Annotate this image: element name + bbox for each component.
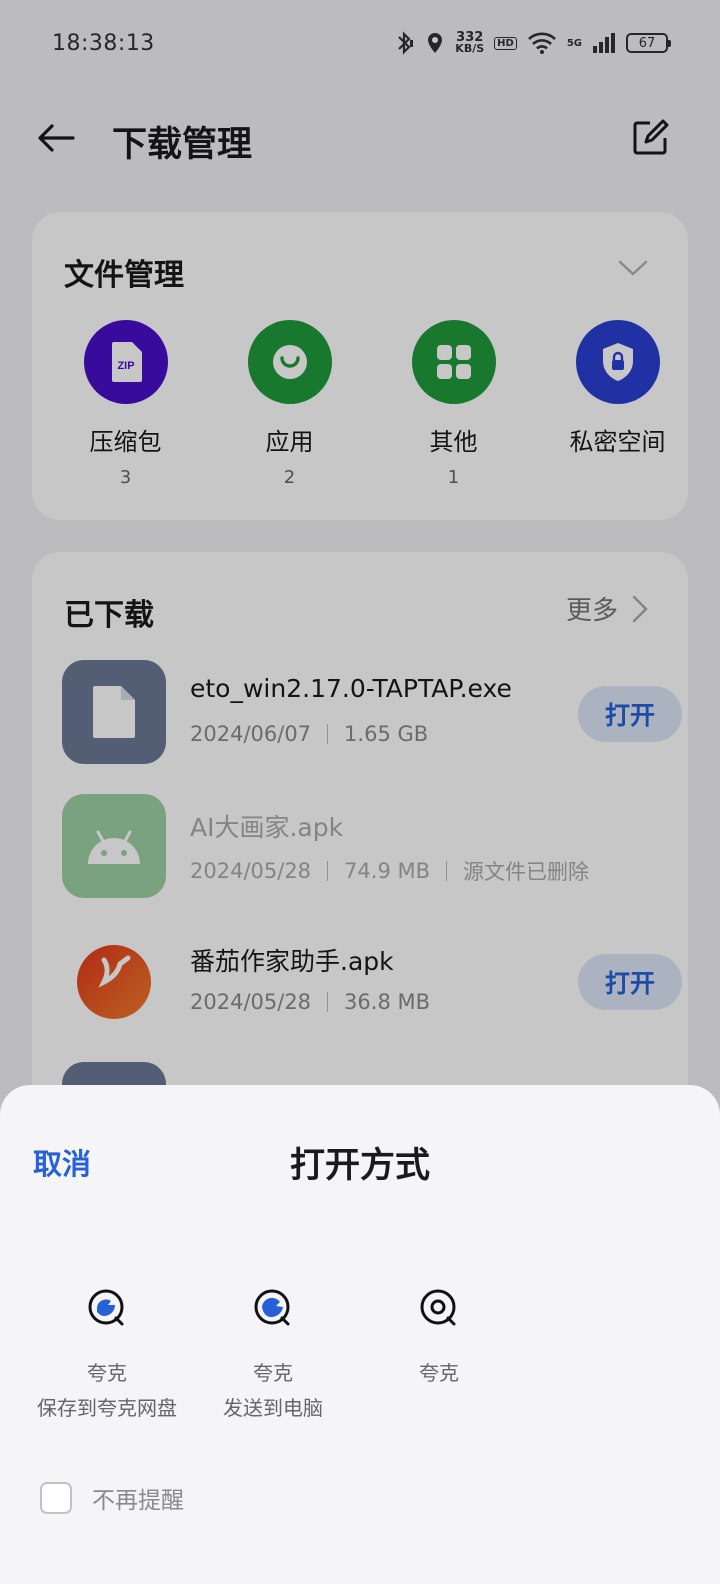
- quark-cloud-icon: [88, 1289, 124, 1326]
- open-with-sheet: 取消 打开方式 夸克 保存到夸克网盘 夸克 发送到电脑 夸克 不再提醒: [0, 1085, 720, 1584]
- quark-browser-icon: [420, 1289, 456, 1326]
- option-quark[interactable]: 夸克: [354, 1285, 524, 1386]
- option-action: 保存到夸克网盘: [37, 1396, 177, 1420]
- dont-remind-row[interactable]: 不再提醒: [40, 1481, 184, 1515]
- option-action: 发送到电脑: [223, 1396, 323, 1420]
- sheet-title: 打开方式: [289, 1146, 430, 1186]
- option-app-name: 夸克: [253, 1361, 293, 1385]
- quark-pc-icon: [254, 1289, 290, 1326]
- option-quark-save-to-cloud[interactable]: 夸克 保存到夸克网盘: [22, 1285, 192, 1421]
- dont-remind-checkbox[interactable]: [40, 1482, 72, 1514]
- option-app-name: 夸克: [419, 1361, 459, 1385]
- option-app-name: 夸克: [87, 1361, 127, 1385]
- dont-remind-label: 不再提醒: [92, 1488, 184, 1514]
- option-quark-send-to-pc[interactable]: 夸克 发送到电脑: [188, 1285, 358, 1421]
